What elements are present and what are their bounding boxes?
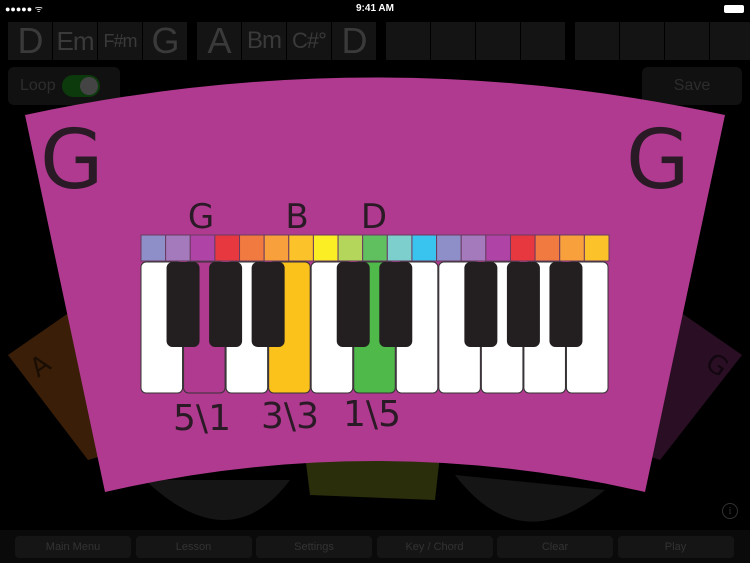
color-swatch	[165, 234, 191, 262]
fingering-label: 1\5	[343, 394, 401, 435]
fingering-label: 5\1	[173, 398, 231, 439]
bottom-pad-right[interactable]	[455, 475, 605, 522]
bottom-button-key-chord[interactable]: Key / Chord	[376, 536, 493, 558]
black-key[interactable]	[336, 262, 370, 347]
chord-name-left: G	[40, 113, 104, 208]
piano-keyboard[interactable]	[140, 234, 610, 394]
color-swatch	[436, 234, 462, 262]
note-label: D	[361, 197, 387, 237]
black-key[interactable]	[506, 262, 540, 347]
chord-name-right: G	[626, 113, 690, 208]
black-key[interactable]	[549, 262, 583, 347]
color-swatch	[239, 234, 265, 262]
note-label: G	[188, 197, 214, 237]
info-icon[interactable]: i	[722, 503, 738, 519]
color-swatch	[337, 234, 364, 262]
black-key[interactable]	[379, 262, 413, 347]
color-swatch	[312, 234, 339, 262]
color-swatch	[559, 234, 585, 262]
bottom-button-play[interactable]: Play	[617, 536, 734, 558]
app: ●●●●● ᯤ 9:41 AM D Em F#m G A Bm C#° D Loop Save…	[0, 0, 750, 563]
chord-card-stage: A G G G G B D5\1 3\3 1\5	[8, 77, 742, 522]
bottom-button-lesson[interactable]: Lesson	[135, 536, 252, 558]
note-label: B	[285, 197, 308, 237]
color-swatch	[288, 234, 314, 262]
color-swatch	[386, 234, 413, 262]
color-swatch	[460, 234, 487, 262]
bottom-pad-left[interactable]	[145, 480, 290, 520]
black-key[interactable]	[251, 262, 285, 347]
color-swatch	[214, 234, 241, 262]
bottom-button-settings[interactable]: Settings	[256, 536, 372, 558]
color-swatch	[509, 234, 536, 262]
black-key[interactable]	[464, 262, 498, 347]
bottom-button-clear[interactable]: Clear	[497, 536, 613, 558]
color-swatch	[485, 234, 511, 262]
color-swatch	[534, 234, 561, 262]
color-swatch	[583, 234, 610, 262]
color-swatch	[140, 234, 167, 262]
color-swatch	[411, 234, 438, 262]
fingering-label: 3\3	[261, 396, 319, 437]
bottom-button-main-menu[interactable]: Main Menu	[15, 536, 131, 558]
color-swatch	[263, 234, 290, 262]
color-swatch	[189, 234, 216, 262]
color-swatch	[362, 234, 388, 262]
black-key[interactable]	[166, 262, 200, 347]
black-key[interactable]	[209, 262, 243, 347]
